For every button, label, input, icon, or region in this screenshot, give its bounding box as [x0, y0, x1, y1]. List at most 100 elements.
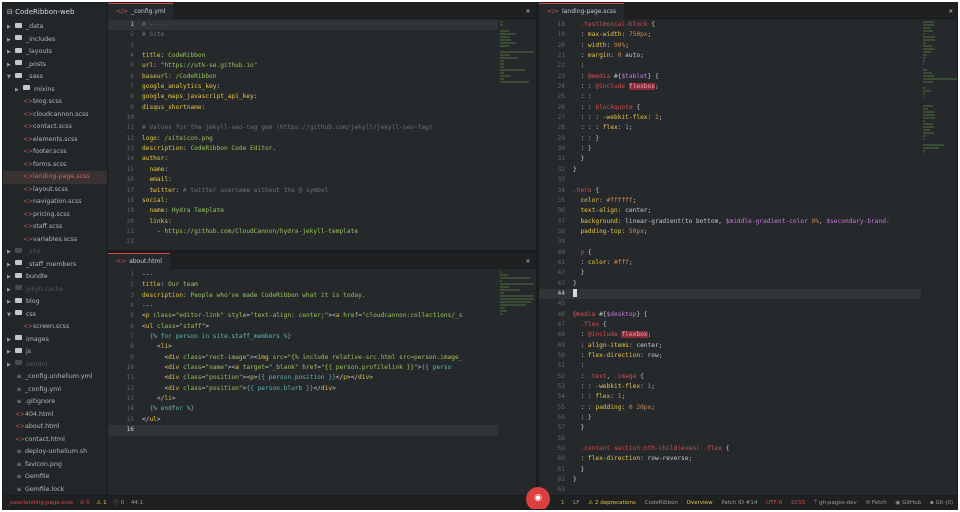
code-line[interactable]: 61 } — [539, 465, 921, 475]
tree-file[interactable]: <>screen.scss — [3, 321, 107, 334]
code-line[interactable]: 7 {% for person in site.staff_members %} — [108, 332, 498, 342]
code-line[interactable]: 30 : } — [539, 144, 921, 154]
tree-file[interactable]: <>404.html — [3, 409, 107, 422]
tree-folder[interactable]: ▶ _includes — [3, 34, 107, 47]
chevron-right-icon[interactable]: ▶ — [7, 246, 15, 259]
tree-file[interactable]: <>elements.scss — [3, 134, 107, 147]
tree-folder[interactable]: ▶ bundle — [3, 271, 107, 284]
code-line[interactable]: 56 : } — [539, 413, 921, 423]
tree-folder[interactable]: ▶ _site — [3, 246, 107, 259]
code-line[interactable]: 12 logo: /siteicon.png — [108, 134, 498, 144]
code-line[interactable]: 60 : flex-direction: row-reverse; — [539, 454, 921, 464]
chevron-right-icon[interactable]: ▶ — [7, 259, 15, 272]
project-name[interactable]: CodeRibbon — [645, 500, 678, 506]
code-line[interactable]: 21 - https://github.com/CloudCannon/hydr… — [108, 227, 498, 237]
info-count[interactable]: ⓘ 0 — [113, 500, 124, 506]
tree-file[interactable]: <>forms.scss — [3, 159, 107, 172]
code-line[interactable]: 26 : : blockquote { — [539, 103, 921, 113]
tree-file[interactable]: <>footer.scss — [3, 146, 107, 159]
tree-folder[interactable]: ▶ _posts — [3, 59, 107, 72]
cursor-position[interactable]: 44:1 — [131, 500, 143, 506]
code-line[interactable]: 7 google_analytics_key: — [108, 82, 498, 92]
tree-folder[interactable]: ▶ _staff_members — [3, 259, 107, 272]
tree-file[interactable]: <>contact.scss — [3, 121, 107, 134]
code-line[interactable]: 40 p { — [539, 248, 921, 258]
code-line[interactable]: 49 : align-items: center; — [539, 341, 921, 351]
code-line[interactable]: 46 @media #{$desktop} { — [539, 310, 921, 320]
chevron-right-icon[interactable]: ▶ — [7, 34, 15, 47]
code-line[interactable]: 15 name: — [108, 165, 498, 175]
patch-id[interactable]: Patch ID #14 — [721, 500, 757, 506]
code-line[interactable]: 14 author: — [108, 154, 498, 164]
code-line[interactable]: 23 : @media #{$tablet} { — [539, 72, 921, 82]
code-line[interactable]: 35 color: #ffffff; — [539, 196, 921, 206]
chevron-right-icon[interactable]: ▶ — [7, 359, 15, 372]
code-line[interactable]: 28 : : : flex: 1; — [539, 123, 921, 133]
code-editor[interactable]: 18 .testimonial-block {19 : max-width: 7… — [539, 20, 921, 497]
chevron-right-icon[interactable]: ▶ — [7, 46, 15, 59]
tree-file[interactable]: <>variables.scss — [3, 234, 107, 247]
minimap[interactable] — [921, 20, 957, 497]
code-line[interactable]: 3 — [108, 41, 498, 51]
code-line[interactable]: 36 text-align: center; — [539, 206, 921, 216]
code-line[interactable]: 2 # Site — [108, 30, 498, 40]
code-line[interactable]: 13 </li> — [108, 394, 498, 404]
code-line[interactable]: 12 <div class="position">{{ person.blurb… — [108, 384, 498, 394]
code-line[interactable]: 32} — [539, 165, 921, 175]
code-line[interactable]: 19 name: Hydra Template — [108, 206, 498, 216]
chevron-right-icon[interactable]: ▶ — [7, 21, 15, 34]
code-line[interactable]: 22 : — [539, 61, 921, 71]
code-editor[interactable]: 1 --- 2 title: Our team 3 description: People… — [108, 270, 498, 497]
minimap[interactable] — [498, 20, 536, 250]
code-line[interactable]: 2 title: Our team — [108, 280, 498, 290]
code-line[interactable]: 1 # ---- — [108, 20, 498, 31]
code-line[interactable]: 42 } — [539, 268, 921, 278]
coderibbon-fab-icon[interactable]: ◉ — [526, 487, 550, 509]
code-line[interactable]: 54 : : flex: 1; — [539, 392, 921, 402]
tree-folder[interactable]: ▶ _layouts — [3, 46, 107, 59]
tree-file[interactable]: <>staff.scss — [3, 221, 107, 234]
code-line[interactable]: 51 : — [539, 361, 921, 371]
tree-file[interactable]: ≡ deploy-unhelium.sh — [3, 446, 107, 459]
code-line[interactable]: 8 <li> — [108, 342, 498, 352]
code-line[interactable]: 55 : : padding: 0 20px; — [539, 403, 921, 413]
code-line[interactable]: 39 — [539, 237, 921, 247]
tree-file[interactable]: <>layout.scss — [3, 184, 107, 197]
code-line[interactable]: 45 — [539, 299, 921, 309]
tree-file[interactable]: <>about.html — [3, 421, 107, 434]
chevron-right-icon[interactable]: ▶ — [7, 271, 15, 284]
tree-folder[interactable]: ▼ css — [3, 309, 107, 322]
tree-file[interactable]: <>navigation.scss — [3, 196, 107, 209]
code-line[interactable]: 59 .content section:nth-child(even) .fle… — [539, 444, 921, 454]
tree-folder[interactable]: ▶ mixins — [3, 84, 107, 97]
code-line[interactable]: 5 url: "https://utk-se.github.io" — [108, 61, 498, 71]
code-line[interactable]: 6 baseurl: /CodeRibbon — [108, 72, 498, 82]
tree-file[interactable]: ≡ Gemfile — [3, 471, 107, 484]
git-button[interactable]: ⬥ Git (0) — [930, 500, 953, 506]
code-line[interactable]: 43} — [539, 279, 921, 289]
tree-folder[interactable]: ▶ js — [3, 346, 107, 359]
chevron-right-icon[interactable]: ▶ — [7, 334, 15, 347]
tree-folder[interactable]: ▶ images — [3, 334, 107, 347]
code-line[interactable]: 41 : color: #fff; — [539, 258, 921, 268]
tab-about-html[interactable]: <> about.html — [108, 253, 170, 269]
tree-folder[interactable]: ▶ vendor — [3, 359, 107, 372]
code-line[interactable]: 48 : @include flexbox; — [539, 330, 921, 340]
chevron-down-icon[interactable]: ▼ — [7, 309, 15, 322]
code-line[interactable]: 34 .hero { — [539, 186, 921, 196]
code-line[interactable]: 17 twitter: # twitter username without t… — [108, 186, 498, 196]
warning-count[interactable]: ⚠ 1 — [96, 500, 106, 506]
chevron-down-icon[interactable]: ▼ — [7, 71, 15, 84]
code-line[interactable]: 13 description: CodeRibbon Code Editor. — [108, 144, 498, 154]
code-line[interactable]: 19 : max-width: 750px; — [539, 30, 921, 40]
tree-file[interactable]: ≡ _config.unhelium.yml — [3, 371, 107, 384]
chevron-right-icon[interactable]: ▶ — [7, 346, 15, 359]
chevron-right-icon[interactable]: ▶ — [7, 59, 15, 72]
grammar[interactable]: SCSS — [791, 500, 805, 506]
code-line[interactable]: 18 .testimonial-block { — [539, 20, 921, 30]
code-line[interactable]: 22 — [108, 237, 498, 247]
code-line[interactable]: 3 description: People who've made CodeRib… — [108, 291, 498, 301]
tree-file[interactable]: ≡ _config.yml — [3, 384, 107, 397]
chevron-right-icon[interactable]: ▶ — [7, 296, 15, 309]
status-item-1[interactable]: 1 — [561, 500, 565, 506]
